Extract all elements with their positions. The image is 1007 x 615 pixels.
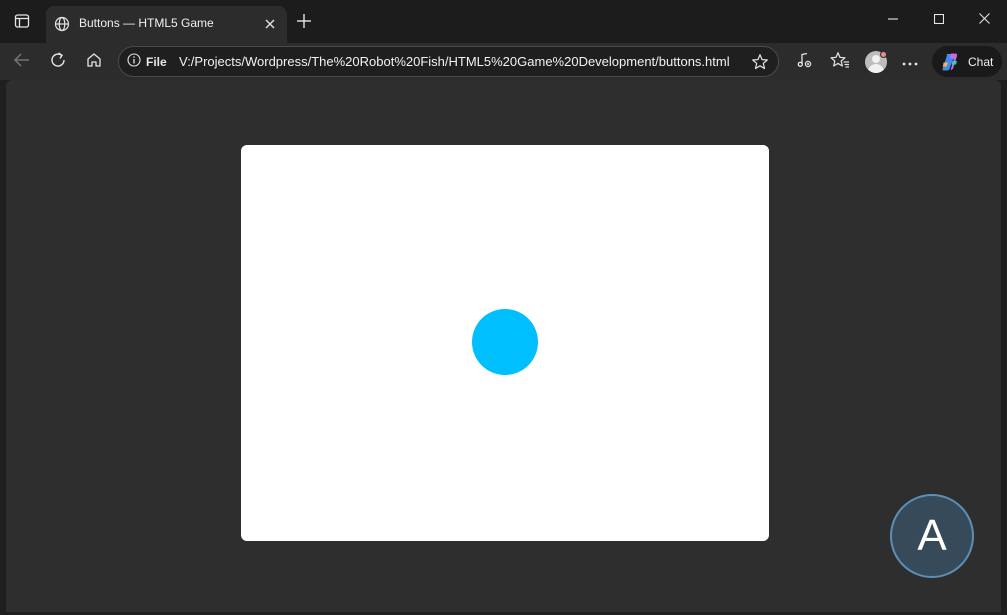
action-button-label: A: [917, 511, 947, 560]
home-button[interactable]: [78, 46, 110, 78]
reload-button[interactable]: [42, 46, 74, 78]
minimize-button[interactable]: [870, 0, 916, 40]
maximize-button[interactable]: [916, 0, 962, 40]
game-canvas[interactable]: [241, 145, 769, 541]
notification-dot: [880, 51, 887, 58]
title-bar: Buttons — HTML5 Game: [0, 0, 1007, 43]
ellipsis-icon: [902, 53, 918, 71]
maximize-icon: [933, 11, 945, 29]
music-note-icon: [795, 51, 813, 74]
minimize-icon: [888, 11, 898, 29]
chat-label: Chat: [968, 54, 994, 69]
a-action-button[interactable]: A: [890, 494, 974, 578]
browser-toolbar: File V:/Projects/Wordpress/The%20Robot%2…: [0, 43, 1007, 80]
url-text[interactable]: V:/Projects/Wordpress/The%20Robot%20Fish…: [179, 54, 744, 69]
close-icon: [978, 11, 990, 29]
star-icon[interactable]: [750, 52, 770, 72]
tab-actions-icon: [14, 13, 30, 34]
player-circle: [472, 309, 538, 375]
back-button[interactable]: [6, 46, 38, 78]
refresh-icon: [49, 51, 67, 74]
globe-icon: [53, 15, 71, 33]
new-tab-button[interactable]: [290, 9, 318, 37]
tab-title: Buttons — HTML5 Game: [79, 16, 214, 30]
home-icon: [85, 51, 103, 74]
address-bar[interactable]: File V:/Projects/Wordpress/The%20Robot%2…: [118, 46, 779, 77]
copilot-chat-button[interactable]: Chat: [932, 46, 1002, 77]
plus-icon: [296, 13, 312, 34]
close-tab-icon[interactable]: [261, 15, 279, 33]
favorites-star-icon: [830, 51, 850, 74]
site-info-label: File: [146, 55, 167, 69]
close-window-button[interactable]: [961, 0, 1007, 40]
active-tab[interactable]: Buttons — HTML5 Game: [46, 6, 287, 43]
info-icon: [127, 52, 141, 72]
site-info-button[interactable]: File: [127, 52, 167, 72]
page-viewport: A: [6, 80, 1001, 612]
more-menu-button[interactable]: [894, 46, 926, 78]
favorites-button[interactable]: [824, 46, 856, 78]
arrow-left-icon: [13, 51, 31, 74]
profile-button[interactable]: [860, 46, 892, 78]
copilot-icon: [940, 52, 960, 72]
media-control-button[interactable]: [788, 46, 820, 78]
tab-actions-button[interactable]: [6, 8, 38, 38]
